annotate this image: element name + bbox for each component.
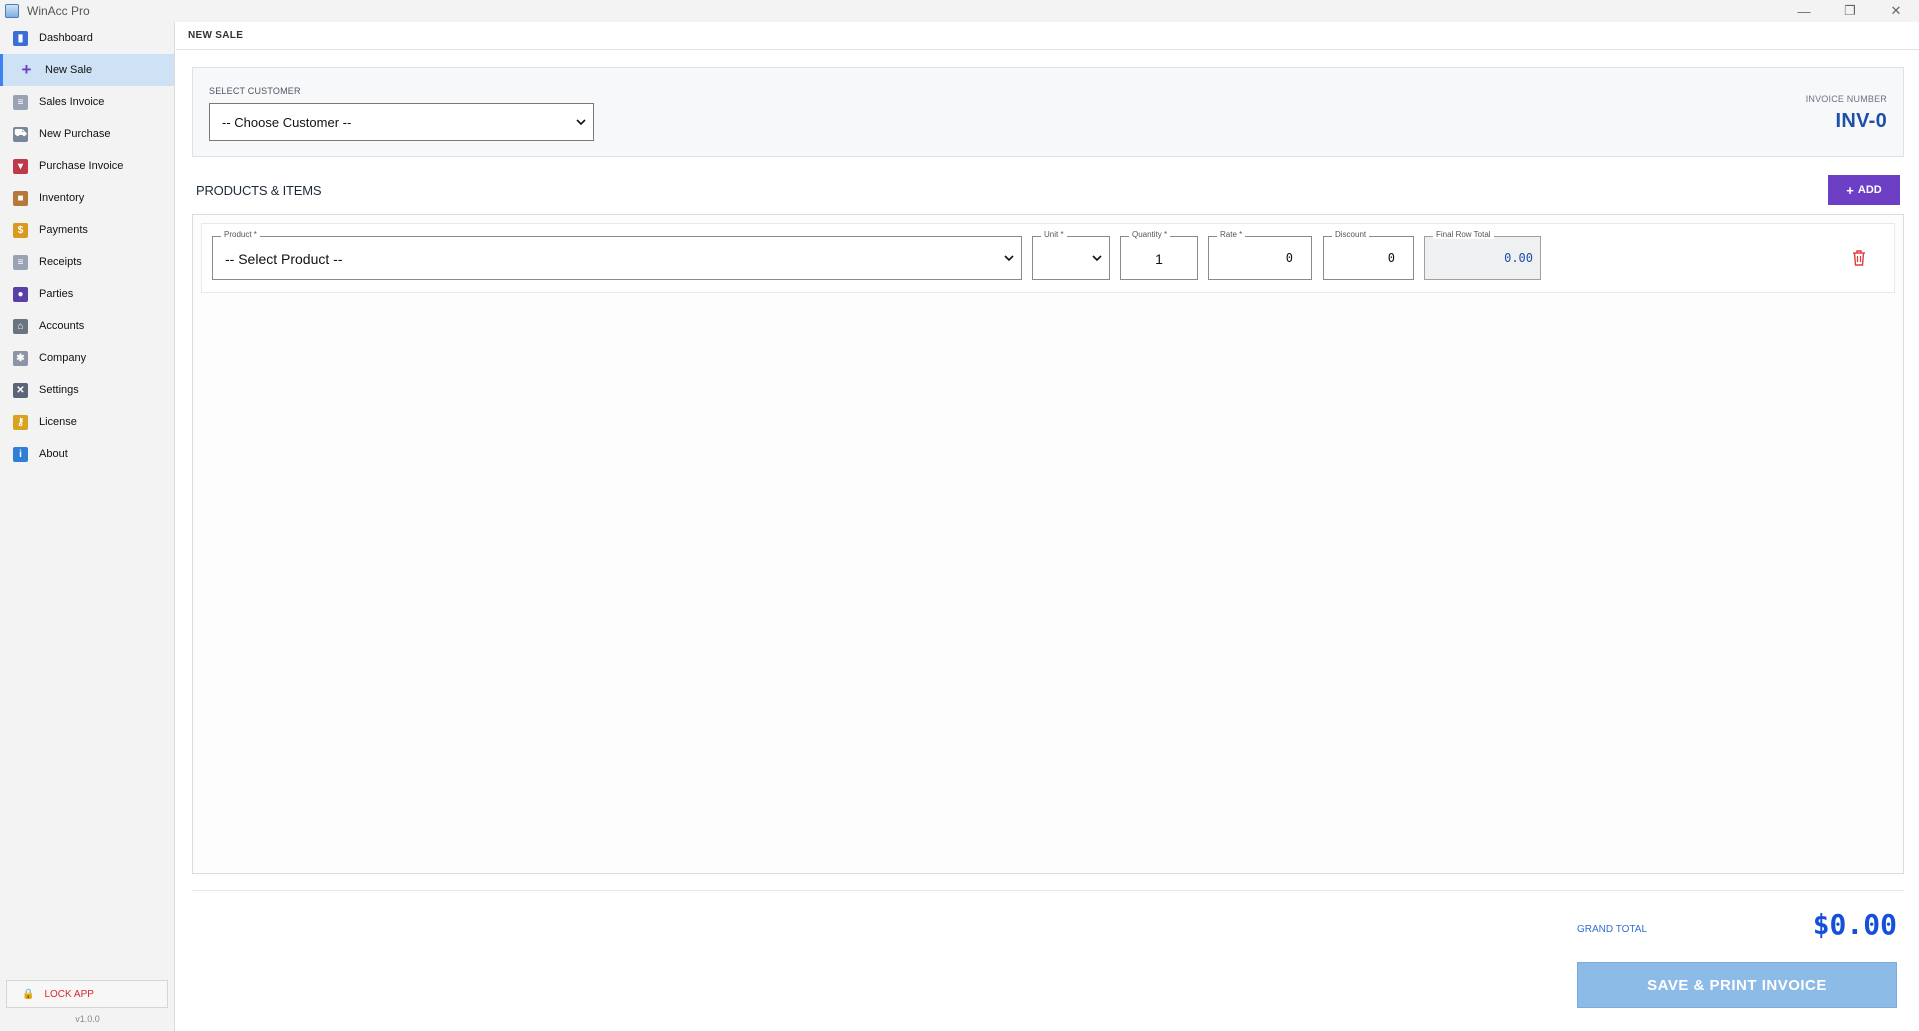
sidebar-item-dashboard[interactable]: ▮ Dashboard bbox=[0, 22, 174, 54]
chevron-down-icon bbox=[1004, 255, 1014, 262]
close-button[interactable]: ✕ bbox=[1873, 0, 1919, 22]
footer-divider bbox=[192, 890, 1904, 891]
receipt-icon: ≡ bbox=[13, 254, 28, 270]
product-label: Product * bbox=[221, 230, 260, 239]
quantity-label: Quantity * bbox=[1129, 230, 1171, 239]
sidebar-item-parties[interactable]: ● Parties bbox=[0, 278, 174, 310]
rate-label: Rate * bbox=[1217, 230, 1246, 239]
sidebar-item-label: New Sale bbox=[45, 64, 93, 76]
box-icon: ■ bbox=[13, 190, 28, 206]
tools-icon: ✕ bbox=[13, 382, 28, 398]
window-title: WinAcc Pro bbox=[27, 4, 90, 18]
main-content: NEW SALE SELECT CUSTOMER -- Choose Custo… bbox=[176, 22, 1919, 1031]
chart-icon: ▮ bbox=[13, 30, 28, 46]
discount-label: Discount bbox=[1332, 230, 1370, 239]
product-select[interactable]: Product * -- Select Product -- bbox=[212, 230, 1022, 280]
item-row: Product * -- Select Product -- Unit * Qu… bbox=[201, 223, 1895, 293]
add-item-label: ADD bbox=[1857, 184, 1882, 196]
add-item-button[interactable]: + ADD bbox=[1828, 175, 1900, 205]
sidebar-item-accounts[interactable]: ⌂ Accounts bbox=[0, 310, 174, 342]
discount-value: 0 bbox=[1387, 251, 1395, 265]
sidebar-item-label: Parties bbox=[39, 288, 74, 300]
lock-icon: 🔒 bbox=[22, 988, 35, 1000]
quantity-value: 1 bbox=[1155, 251, 1163, 267]
invoice-number: INV-0 bbox=[1835, 110, 1887, 132]
app-version: v1.0.0 bbox=[75, 1014, 100, 1024]
key-icon: ⚷ bbox=[13, 414, 28, 430]
rate-input[interactable]: Rate * 0 bbox=[1208, 230, 1312, 280]
sidebar-item-label: Purchase Invoice bbox=[39, 160, 124, 172]
lock-app-label: LOCK APP bbox=[44, 988, 94, 1000]
unit-label: Unit * bbox=[1041, 230, 1067, 239]
bank-icon: ⌂ bbox=[13, 318, 28, 334]
rate-value: 0 bbox=[1285, 251, 1293, 265]
customer-select-value: -- Choose Customer -- bbox=[222, 114, 352, 130]
sidebar-item-label: Payments bbox=[39, 224, 88, 236]
users-icon: ● bbox=[13, 286, 28, 302]
sidebar-item-new-sale[interactable]: + New Sale bbox=[0, 54, 174, 86]
page-title: NEW SALE bbox=[176, 22, 1919, 50]
sidebar-item-label: Accounts bbox=[39, 320, 85, 332]
grand-total-value: $0.00 bbox=[1812, 908, 1897, 941]
quantity-input[interactable]: Quantity * 1 bbox=[1120, 230, 1198, 280]
sidebar-item-inventory[interactable]: ■ Inventory bbox=[0, 182, 174, 214]
save-print-invoice-button[interactable]: SAVE & PRINT INVOICE bbox=[1577, 962, 1897, 1008]
sidebar-item-label: About bbox=[39, 448, 68, 460]
sidebar-item-company[interactable]: ✱ Company bbox=[0, 342, 174, 374]
items-panel: Product * -- Select Product -- Unit * Qu… bbox=[192, 214, 1904, 874]
sidebar-item-label: Dashboard bbox=[39, 32, 93, 44]
sidebar-item-label: Inventory bbox=[39, 192, 85, 204]
plus-icon: + bbox=[21, 60, 32, 79]
gear-icon: ✱ bbox=[13, 350, 28, 366]
chevron-down-icon bbox=[576, 119, 586, 126]
document-icon: ≡ bbox=[13, 94, 28, 110]
invoice-number-label: INVOICE NUMBER bbox=[1805, 94, 1887, 104]
sidebar-item-label: Settings bbox=[39, 384, 79, 396]
plus-icon: + bbox=[1846, 182, 1854, 198]
lock-app-button[interactable]: 🔒 LOCK APP bbox=[6, 980, 168, 1008]
row-total-value: 0.00 bbox=[1504, 251, 1533, 265]
sidebar-item-license[interactable]: ⚷ License bbox=[0, 406, 174, 438]
inbox-icon: ▾ bbox=[13, 158, 28, 174]
sidebar-item-purchase-invoice[interactable]: ▾ Purchase Invoice bbox=[0, 150, 174, 182]
products-section-title: PRODUCTS & ITEMS bbox=[196, 183, 322, 198]
cart-icon: ⛟ bbox=[13, 126, 28, 142]
grand-total-label: GRAND TOTAL bbox=[1577, 924, 1648, 935]
sidebar-item-label: License bbox=[39, 416, 77, 428]
sidebar-item-label: Sales Invoice bbox=[39, 96, 105, 108]
sidebar-item-label: Receipts bbox=[39, 256, 82, 268]
window-controls: — ❐ ✕ bbox=[1781, 0, 1919, 22]
customer-select[interactable]: -- Choose Customer -- bbox=[209, 103, 594, 141]
sidebar-item-receipts[interactable]: ≡ Receipts bbox=[0, 246, 174, 278]
money-bag-icon: $ bbox=[13, 222, 28, 238]
maximize-button[interactable]: ❐ bbox=[1827, 0, 1873, 22]
sidebar-nav: ▮ Dashboard + New Sale ≡ Sales Invoice ⛟ New Pu… bbox=[0, 22, 174, 470]
app-logo-icon bbox=[5, 4, 19, 18]
info-icon: i bbox=[13, 446, 28, 462]
discount-input[interactable]: Discount 0 bbox=[1323, 230, 1414, 280]
trash-icon[interactable] bbox=[1850, 248, 1868, 268]
window-titlebar: WinAcc Pro — ❐ ✕ bbox=[0, 0, 1919, 22]
sidebar-item-settings[interactable]: ✕ Settings bbox=[0, 374, 174, 406]
unit-select[interactable]: Unit * bbox=[1032, 230, 1110, 280]
sidebar-item-sales-invoice[interactable]: ≡ Sales Invoice bbox=[0, 86, 174, 118]
sidebar-item-label: New Purchase bbox=[39, 128, 111, 140]
chevron-down-icon bbox=[1092, 255, 1102, 262]
select-customer-label: SELECT CUSTOMER bbox=[209, 86, 301, 96]
customer-panel: SELECT CUSTOMER -- Choose Customer -- IN… bbox=[192, 67, 1904, 157]
sidebar-item-label: Company bbox=[39, 352, 87, 364]
product-select-value: -- Select Product -- bbox=[225, 251, 343, 267]
sidebar-item-payments[interactable]: $ Payments bbox=[0, 214, 174, 246]
sidebar: ▮ Dashboard + New Sale ≡ Sales Invoice ⛟ New Pu… bbox=[0, 22, 175, 1031]
row-total-label: Final Row Total bbox=[1433, 230, 1494, 239]
minimize-button[interactable]: — bbox=[1781, 0, 1827, 22]
sidebar-item-new-purchase[interactable]: ⛟ New Purchase bbox=[0, 118, 174, 150]
sidebar-item-about[interactable]: i About bbox=[0, 438, 174, 470]
row-total-field: Final Row Total 0.00 bbox=[1424, 230, 1541, 280]
